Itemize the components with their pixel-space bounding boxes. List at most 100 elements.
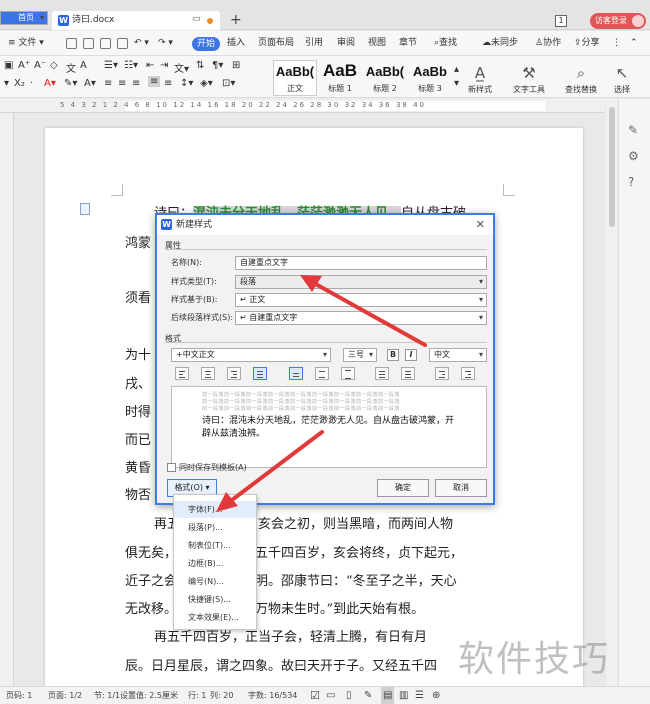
highlight-icon[interactable]: ✎▾	[64, 78, 77, 89]
menu-page-layout[interactable]: 页面布局	[258, 31, 294, 56]
status-words[interactable]: 字数: 16/534	[248, 687, 297, 704]
pen-icon[interactable]: ✎	[628, 123, 638, 137]
menu-item-numbering[interactable]: 编号(N)...	[174, 573, 256, 590]
single-spacing-button[interactable]	[289, 367, 303, 380]
text-tools-button[interactable]: ⚒ 文字工具	[507, 62, 551, 95]
web-view-icon[interactable]: ▥	[399, 687, 408, 704]
save-icon[interactable]	[66, 38, 77, 49]
paragraph-mark-icon[interactable]	[80, 203, 90, 215]
clear-format-icon[interactable]: ◇	[50, 60, 58, 71]
styles-scroll-down-icon[interactable]: ▾	[454, 78, 459, 89]
menu-insert[interactable]: 插入	[227, 31, 245, 56]
show-marks-icon[interactable]: ¶▾	[212, 60, 223, 71]
language-select[interactable]: 中文	[429, 348, 487, 362]
save-to-template-checkbox[interactable]: 同时保存到模板(A)	[167, 462, 247, 473]
menu-search[interactable]: ⌕查找	[434, 31, 457, 56]
style-type-select[interactable]: 段落	[235, 275, 487, 289]
size-select[interactable]: 三号	[343, 348, 377, 362]
font-shrink-icon[interactable]: A⁻	[34, 60, 46, 71]
align-right-icon[interactable]: ≡	[132, 78, 140, 89]
menu-view[interactable]: 视图	[368, 31, 386, 56]
cancel-button[interactable]: 取消	[435, 479, 487, 497]
ok-button[interactable]: 确定	[377, 479, 429, 497]
space-before-button[interactable]	[375, 367, 389, 380]
style-heading1[interactable]: AaB 标题 1	[318, 60, 362, 96]
page-view-icon[interactable]: ▤	[381, 687, 395, 704]
menu-item-font[interactable]: 字体(F)...	[174, 501, 256, 518]
align-left-icon[interactable]: ≡	[104, 78, 112, 89]
doc-line-8[interactable]: 黄昏	[125, 457, 151, 476]
doc-line-9[interactable]: 物否	[125, 484, 151, 503]
indent-icon[interactable]: ⇥	[160, 60, 168, 71]
window-count-badge[interactable]: 1	[555, 15, 567, 27]
increase-indent-button[interactable]	[461, 367, 475, 380]
new-tab-button[interactable]: +	[230, 11, 242, 30]
collab-button[interactable]: ♙协作	[535, 31, 561, 56]
doc-line-2[interactable]: 鸿蒙	[125, 232, 151, 251]
sort-icon[interactable]: ⇅	[196, 60, 204, 71]
doc-check-icon[interactable]: ▭	[326, 687, 335, 704]
format-painter-icon[interactable]: ▣	[4, 60, 13, 71]
settings-sliders-icon[interactable]: ⚙	[628, 149, 639, 163]
doc-line-3[interactable]: 须看	[125, 287, 151, 306]
based-on-select[interactable]: ↵ 正文	[235, 293, 487, 307]
distribute-icon[interactable]: ≡	[164, 78, 172, 89]
status-page[interactable]: 页码: 1	[6, 687, 32, 704]
bullet-list-icon[interactable]: ☰▾	[104, 60, 118, 71]
align-right-button[interactable]	[227, 367, 241, 380]
menu-section[interactable]: 章节	[399, 31, 417, 56]
select-button[interactable]: ↖ 选择	[607, 62, 637, 95]
menu-item-text-effects[interactable]: 文本效果(E)...	[174, 609, 256, 626]
align-justify-button[interactable]	[253, 367, 267, 380]
outline-view-icon[interactable]: ▯	[346, 687, 352, 704]
edit-mode-icon[interactable]: ✎	[364, 687, 372, 704]
char-shading-icon[interactable]: A▾	[84, 78, 96, 89]
collapse-ribbon-icon[interactable]: ⌃	[630, 31, 638, 56]
font-grow-icon[interactable]: A⁺	[18, 60, 30, 71]
italic-button[interactable]: I	[405, 349, 417, 361]
decrease-indent-button[interactable]	[435, 367, 449, 380]
char-border-icon[interactable]: A	[80, 60, 87, 71]
phonetic-icon[interactable]: 文	[66, 60, 76, 75]
style-name-input[interactable]: 自建重点文字	[235, 256, 487, 270]
menu-item-tabs[interactable]: 制表位(T)...	[174, 537, 256, 554]
align-left-button[interactable]	[175, 367, 189, 380]
align-justify-icon[interactable]: ≡	[148, 76, 161, 87]
menu-review[interactable]: 审阅	[337, 31, 355, 56]
font-select[interactable]: +中文正文	[171, 348, 331, 362]
status-setting[interactable]: 设置值: 2.5厘米	[120, 687, 178, 704]
share-button[interactable]: ⇪分享	[574, 31, 600, 56]
status-pages[interactable]: 页面: 1/2	[48, 687, 82, 704]
read-view-icon[interactable]: ☰	[415, 687, 424, 704]
globe-icon[interactable]: ⊕	[432, 687, 440, 704]
tab-home[interactable]: 首页	[0, 11, 48, 25]
print-preview-icon[interactable]	[117, 38, 128, 49]
doc-line-7[interactable]: 而已	[125, 429, 151, 448]
doc-line-13[interactable]: 无改移。一阳初动处，万物未生时。”到此天始有根。	[125, 598, 424, 617]
align-center-button[interactable]	[201, 367, 215, 380]
one-half-spacing-button[interactable]	[315, 367, 329, 380]
print-icon[interactable]	[100, 38, 111, 49]
bold-button[interactable]: B	[387, 349, 399, 361]
menu-reference[interactable]: 引用	[305, 31, 323, 56]
style-heading3[interactable]: AaBb 标题 3	[408, 60, 452, 96]
menu-item-border[interactable]: 边框(B)...	[174, 555, 256, 572]
new-style-button[interactable]: A̲ 新样式	[463, 62, 497, 95]
doc-line-6[interactable]: 时得	[125, 401, 151, 420]
undo-icon[interactable]: ↶ ▾	[134, 31, 149, 56]
style-normal[interactable]: AaBb( 正文	[273, 60, 317, 96]
find-replace-button[interactable]: ⌕ 查找替换	[561, 62, 601, 95]
visitor-login-button[interactable]: 访客登录	[590, 13, 646, 29]
doc-line-15[interactable]: 辰。日月星辰，谓之四象。故曰天开于子。又经五千四	[125, 655, 437, 674]
tab-document[interactable]: W 诗曰.docx ▭	[52, 11, 220, 30]
redo-icon[interactable]: ↷ ▾	[158, 31, 173, 56]
help-icon[interactable]: ?	[628, 175, 634, 189]
close-icon[interactable]: ✕	[476, 215, 485, 235]
status-col[interactable]: 列: 20	[210, 687, 233, 704]
style-heading2[interactable]: AaBb( 标题 2	[363, 60, 407, 96]
doc-line-4[interactable]: 为十	[125, 344, 151, 363]
dialog-title-bar[interactable]: W 新建样式 ✕	[157, 215, 493, 235]
space-after-button[interactable]	[401, 367, 415, 380]
line-spacing-icon[interactable]: ↕▾	[180, 78, 193, 89]
subscript-icon[interactable]: X₂	[14, 78, 25, 89]
